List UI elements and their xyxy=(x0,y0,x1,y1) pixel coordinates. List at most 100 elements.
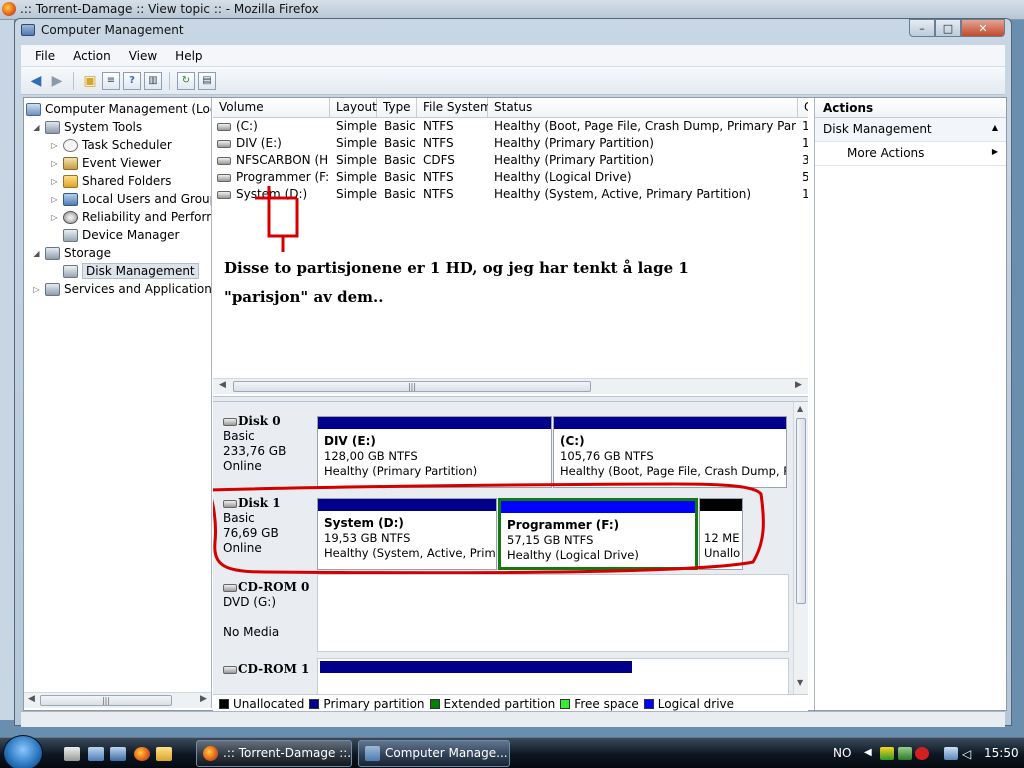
clock[interactable]: 15:50 xyxy=(984,746,1019,760)
show-hide-action-pane-icon[interactable]: ▥ xyxy=(144,71,162,90)
menu-file[interactable]: File xyxy=(27,47,63,65)
collapse-arrow-icon[interactable]: ◢ xyxy=(32,123,41,132)
expand-arrow-icon[interactable]: ▷ xyxy=(50,159,59,168)
tree-item-shared-folders[interactable]: ▷ Shared Folders xyxy=(50,172,171,190)
window-controls: – □ ✕ xyxy=(909,19,1005,37)
column-volume[interactable]: Volume xyxy=(213,98,330,118)
cdrom-1-label[interactable]: CD-ROM 1 xyxy=(215,662,316,677)
tree-item-local-users[interactable]: ▷ Local Users and Groups xyxy=(50,190,212,208)
scroll-up-icon[interactable]: ▲ xyxy=(797,404,803,413)
scroll-down-icon[interactable]: ▼ xyxy=(797,678,803,687)
scroll-right-icon[interactable]: ▶ xyxy=(795,380,802,390)
language-indicator[interactable]: NO xyxy=(833,746,851,760)
tree-item-device-manager[interactable]: Device Manager xyxy=(50,226,179,244)
expand-arrow-icon[interactable]: ▷ xyxy=(50,213,59,222)
layout-cell: Simple xyxy=(336,153,377,167)
expand-arrow-icon[interactable]: ▷ xyxy=(50,177,59,186)
forward-arrow-icon[interactable]: ▶ xyxy=(48,72,66,90)
taskbar-firefox[interactable]: .:: Torrent-Damage ::... xyxy=(196,740,352,767)
back-arrow-icon[interactable]: ◀ xyxy=(27,72,45,90)
fs-cell: NTFS xyxy=(423,119,454,133)
scroll-thumb[interactable]: ||| xyxy=(40,695,172,706)
tree-item-reliability[interactable]: ▷ Reliability and Performa xyxy=(50,208,211,226)
tree-item-storage[interactable]: ◢ Storage xyxy=(32,244,111,262)
disk-icon xyxy=(223,417,237,426)
tray-app-icon[interactable] xyxy=(880,747,894,760)
column-layout[interactable]: Layout xyxy=(330,98,377,118)
actions-pane: Actions Disk Management ▲ More Actions ▶ xyxy=(814,98,1006,710)
collapse-arrow-icon[interactable]: ◢ xyxy=(32,249,41,258)
tree-item-computer-management[interactable]: Computer Management (Local xyxy=(26,100,212,118)
expand-arrow-icon[interactable]: ▷ xyxy=(50,195,59,204)
show-hidden-icons[interactable]: ◀ xyxy=(864,747,878,760)
drive-icon xyxy=(217,173,231,182)
legend-unallocated: Unallocated xyxy=(219,697,304,711)
computer-icon[interactable] xyxy=(88,747,104,761)
drive-icon xyxy=(217,190,231,199)
tree-label: Event Viewer xyxy=(82,156,161,170)
start-button[interactable] xyxy=(3,735,43,768)
status-cell: Healthy (System, Active, Primary Partiti… xyxy=(494,187,752,201)
expand-arrow-icon[interactable]: ▷ xyxy=(32,285,41,294)
scroll-thumb[interactable] xyxy=(796,418,806,604)
capacity-cell: 5 xyxy=(802,170,808,184)
show-hide-tree-icon[interactable]: ≡ xyxy=(102,71,120,90)
minimize-button[interactable]: – xyxy=(909,19,935,37)
menu-bar: File Action View Help xyxy=(21,45,1005,67)
taskbar-computer-management[interactable]: Computer Manage... xyxy=(358,740,510,767)
column-type[interactable]: Type xyxy=(377,98,417,118)
properties-icon[interactable]: ▤ xyxy=(198,71,216,90)
actions-section-disk-management[interactable]: Disk Management ▲ xyxy=(815,118,1006,142)
primary-partition-bar xyxy=(318,417,551,429)
column-capacity[interactable]: C xyxy=(798,98,808,118)
capacity-cell: 1 xyxy=(802,136,808,150)
maximize-button[interactable]: □ xyxy=(935,19,961,37)
show-desktop-icon[interactable] xyxy=(64,747,80,761)
tree-label: Local Users and Groups xyxy=(82,192,212,206)
partition-div-e[interactable]: DIV (E:) 128,00 GB NTFS Healthy (Primary P… xyxy=(317,416,552,488)
switch-windows-icon[interactable] xyxy=(110,747,126,761)
tree-item-services[interactable]: ▷ Services and Applications xyxy=(32,280,211,298)
cdrom-0-label[interactable]: CD-ROM 0 DVD (G:) No Media xyxy=(215,580,316,640)
firefox-icon[interactable] xyxy=(134,747,150,761)
disk-0-label[interactable]: Disk 0 Basic 233,76 GB Online xyxy=(215,414,316,474)
refresh-icon[interactable]: ↻ xyxy=(177,71,195,90)
messenger-icon[interactable] xyxy=(898,747,912,760)
center-pane: Volume Layout Type File System Status C … xyxy=(213,98,808,712)
disk-map-vertical-scrollbar[interactable]: ▲ ▼ xyxy=(793,402,808,694)
services-icon xyxy=(45,282,60,296)
column-file-system[interactable]: File System xyxy=(417,98,492,118)
disk-management-icon xyxy=(63,264,78,278)
column-status[interactable]: Status xyxy=(488,98,798,118)
more-actions-item[interactable]: More Actions ▶ xyxy=(815,142,1006,166)
tree-label: Device Manager xyxy=(82,228,180,242)
volume-horizontal-scrollbar[interactable]: ◀ ||| ▶ xyxy=(213,378,808,394)
tree-horizontal-scrollbar[interactable]: ◀ ||| ▶ xyxy=(24,692,211,708)
antivirus-icon[interactable] xyxy=(915,747,929,760)
scroll-thumb[interactable]: ||| xyxy=(233,381,591,392)
tree-label: Disk Management xyxy=(82,263,199,279)
tree-item-disk-management[interactable]: Disk Management xyxy=(50,262,199,280)
expand-arrow-icon[interactable]: ▷ xyxy=(50,141,59,150)
menu-help[interactable]: Help xyxy=(167,47,210,65)
tree-label: Computer Management (Local xyxy=(45,102,212,116)
scroll-right-icon[interactable]: ▶ xyxy=(200,694,207,704)
tree-item-task-scheduler[interactable]: ▷ Task Scheduler xyxy=(50,136,171,154)
chevron-right-icon: ▶ xyxy=(991,147,998,156)
collapse-up-icon[interactable]: ▲ xyxy=(992,123,998,132)
network-icon[interactable] xyxy=(944,747,958,760)
volume-icon[interactable]: ◁ xyxy=(962,747,976,761)
menu-view[interactable]: View xyxy=(121,47,165,65)
tree-item-system-tools[interactable]: ◢ System Tools xyxy=(32,118,142,136)
menu-action[interactable]: Action xyxy=(65,47,119,65)
partition-c[interactable]: (C:) 105,76 GB NTFS Healthy (Boot, Page Fi… xyxy=(553,416,787,488)
up-folder-icon[interactable]: ▣ xyxy=(81,72,99,90)
help-icon[interactable]: ? xyxy=(123,71,141,90)
close-button[interactable]: ✕ xyxy=(961,19,1005,37)
folder-icon[interactable] xyxy=(156,747,172,761)
scroll-left-icon[interactable]: ◀ xyxy=(219,380,226,390)
fs-cell: NTFS xyxy=(423,136,454,150)
scroll-left-icon[interactable]: ◀ xyxy=(28,694,35,704)
fs-cell: CDFS xyxy=(423,153,455,167)
tree-item-event-viewer[interactable]: ▷ Event Viewer xyxy=(50,154,161,172)
